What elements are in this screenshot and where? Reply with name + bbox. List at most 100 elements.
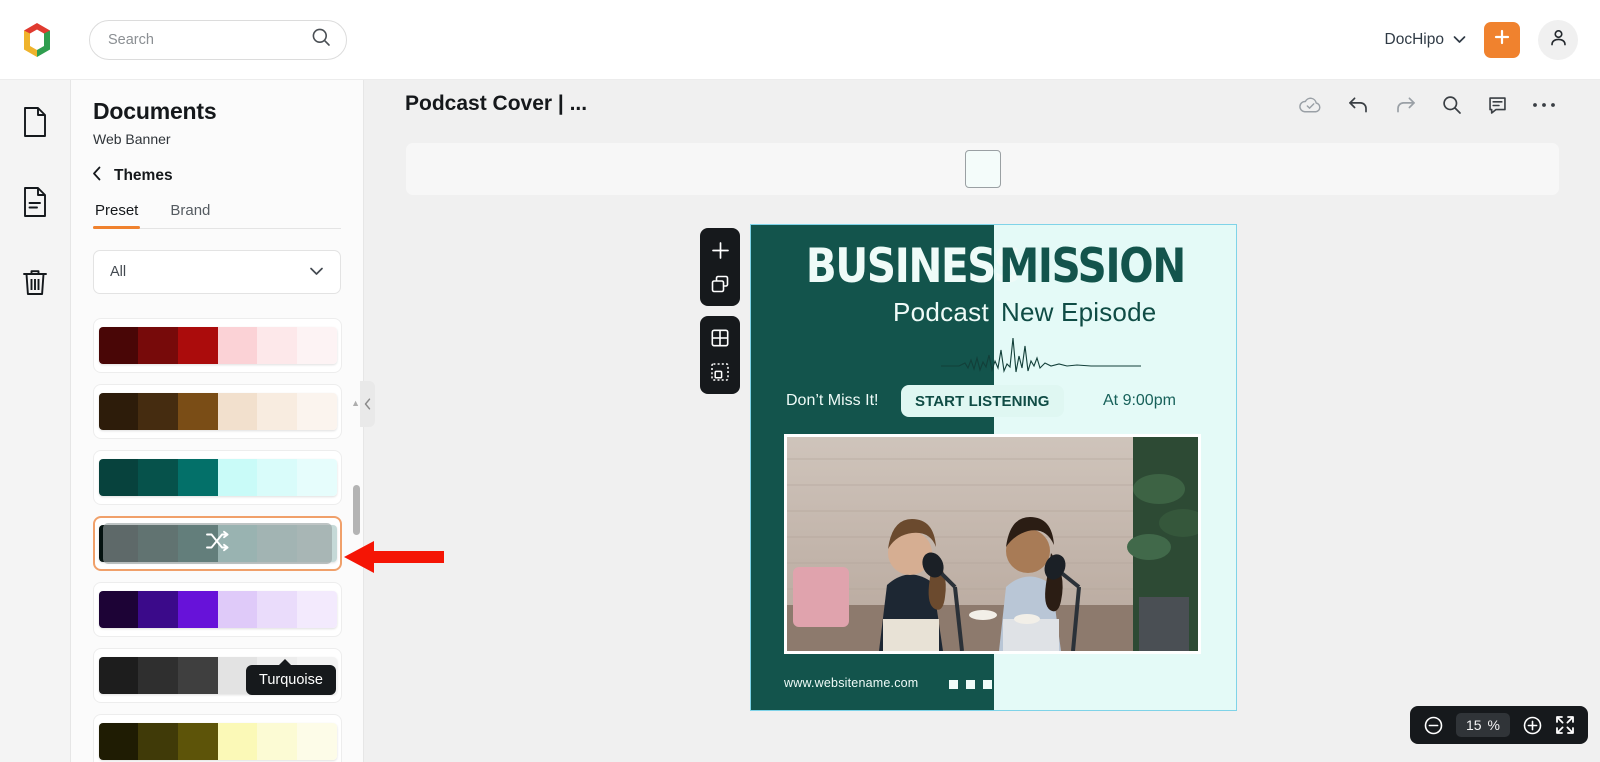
design-canvas[interactable]: BUSINESS MISSION Podcast New Episode Don…	[750, 224, 1237, 711]
palette-color-1	[138, 723, 178, 760]
chevron-down-icon	[309, 264, 324, 280]
palette-swatch-teal[interactable]	[93, 450, 342, 505]
palette-color-4	[257, 723, 297, 760]
palette-color-0	[98, 459, 139, 496]
app-root: DocHipo	[0, 0, 1600, 762]
page-thumbnail[interactable]	[964, 150, 1001, 188]
search-box[interactable]	[89, 19, 347, 60]
chevron-left-icon	[92, 166, 102, 186]
page-title: Documents	[93, 98, 217, 124]
palette-swatch-olive[interactable]	[93, 714, 342, 762]
palette-color-2	[177, 393, 218, 430]
add-page-icon[interactable]	[709, 239, 731, 261]
design-subtitle-left: Podcast	[892, 297, 989, 327]
palette-color-1	[138, 657, 178, 694]
design-subtitle-right: New Episode	[1001, 297, 1157, 327]
design-cta-prefix: Don’t Miss It!	[786, 392, 879, 409]
create-new-button[interactable]	[1484, 21, 1520, 58]
design-title-right: MISSION	[999, 239, 1186, 294]
rail-item-documents[interactable]	[9, 178, 61, 230]
palette-filter-select[interactable]: All	[93, 250, 341, 294]
dochipo-logo-icon[interactable]	[17, 20, 57, 60]
search-icon[interactable]	[1441, 94, 1463, 116]
document-lines-icon	[20, 186, 50, 223]
palette-color-2	[177, 723, 218, 760]
theme-tabs: Preset Brand	[93, 202, 341, 229]
editor-area: Podcast Cover | ... BUSINESS MISSION Pod…	[364, 80, 1600, 762]
palette-color-2	[177, 459, 218, 496]
canvas-page-tools	[700, 228, 740, 306]
zoom-out-icon[interactable]	[1423, 715, 1444, 736]
shuffle-icon[interactable]	[205, 530, 231, 557]
themes-back-button[interactable]: Themes	[92, 166, 363, 186]
annotation-arrow	[344, 541, 444, 573]
palette-color-5	[296, 591, 337, 628]
palette-strip	[98, 723, 337, 760]
palette-color-3	[217, 393, 258, 430]
palette-color-2	[177, 657, 218, 694]
zoom-unit: %	[1487, 717, 1500, 733]
palette-color-3	[217, 459, 258, 496]
more-icon[interactable]	[1532, 101, 1556, 109]
design-social-icon-1	[949, 680, 958, 689]
design-photo	[784, 434, 1201, 654]
account-name-label: DocHipo	[1384, 30, 1444, 48]
canvas-floating-toolbar	[700, 228, 740, 394]
palette-strip	[98, 459, 337, 496]
page-thumbnail-strip	[405, 142, 1560, 196]
palette-color-1	[138, 327, 178, 364]
fullscreen-icon[interactable]	[1555, 715, 1575, 735]
palette-swatch-turquoise[interactable]	[93, 516, 342, 571]
zoom-value: 15	[1465, 717, 1482, 733]
grid-layout-icon[interactable]	[709, 327, 731, 349]
palette-swatch-brown[interactable]	[93, 384, 342, 439]
audio-waveform-icon	[941, 337, 1141, 374]
avatar[interactable]	[1538, 19, 1578, 60]
canvas-layout-tools	[700, 316, 740, 394]
account-menu[interactable]: DocHipo	[1385, 31, 1466, 49]
palette-color-4	[257, 459, 297, 496]
palette-color-1	[138, 459, 178, 496]
top-bar: DocHipo	[0, 0, 1600, 80]
search-icon[interactable]	[310, 26, 332, 53]
zoom-controls: 15 %	[1409, 706, 1588, 744]
palette-color-5	[296, 327, 337, 364]
palette-color-1	[138, 393, 178, 430]
search-input[interactable]	[108, 31, 310, 48]
palette-color-0	[98, 723, 139, 760]
tab-brand[interactable]: Brand	[168, 202, 212, 228]
zoom-level[interactable]: 15 %	[1455, 713, 1510, 737]
design-social-icon-2	[966, 680, 975, 689]
palette-scrollbar[interactable]	[353, 485, 360, 535]
rail-item-blank-page[interactable]	[9, 98, 61, 150]
rail-item-trash[interactable]	[9, 258, 61, 310]
palette-swatch-maroon[interactable]	[93, 318, 342, 373]
palette-color-2	[177, 591, 218, 628]
tab-preset[interactable]: Preset	[93, 202, 141, 229]
undo-icon[interactable]	[1347, 95, 1370, 115]
design-website-url: www.websitename.com	[784, 676, 919, 690]
palette-swatch-purple[interactable]	[93, 582, 342, 637]
select-frame-icon[interactable]	[709, 361, 731, 383]
document-title[interactable]: Podcast Cover | ...	[405, 92, 587, 116]
palette-color-5	[296, 459, 337, 496]
page-icon	[20, 106, 50, 143]
cloud-saved-icon[interactable]	[1298, 95, 1323, 115]
palette-color-3	[217, 327, 258, 364]
duplicate-page-icon[interactable]	[709, 273, 731, 295]
palette-color-4	[257, 591, 297, 628]
panel-collapse-handle[interactable]	[360, 381, 375, 427]
palette-hover-overlay[interactable]	[103, 523, 332, 564]
palette-color-0	[98, 393, 139, 430]
palette-color-3	[217, 723, 258, 760]
zoom-in-icon[interactable]	[1522, 715, 1543, 736]
palette-color-4	[257, 327, 297, 364]
palette-color-0	[98, 591, 139, 628]
palette-color-5	[296, 393, 337, 430]
comment-icon[interactable]	[1487, 95, 1508, 116]
palette-color-2	[177, 327, 218, 364]
palette-strip	[98, 591, 337, 628]
redo-icon[interactable]	[1394, 95, 1417, 115]
top-bar-right: DocHipo	[1385, 19, 1578, 60]
palette-tooltip: Turquoise	[246, 659, 336, 695]
